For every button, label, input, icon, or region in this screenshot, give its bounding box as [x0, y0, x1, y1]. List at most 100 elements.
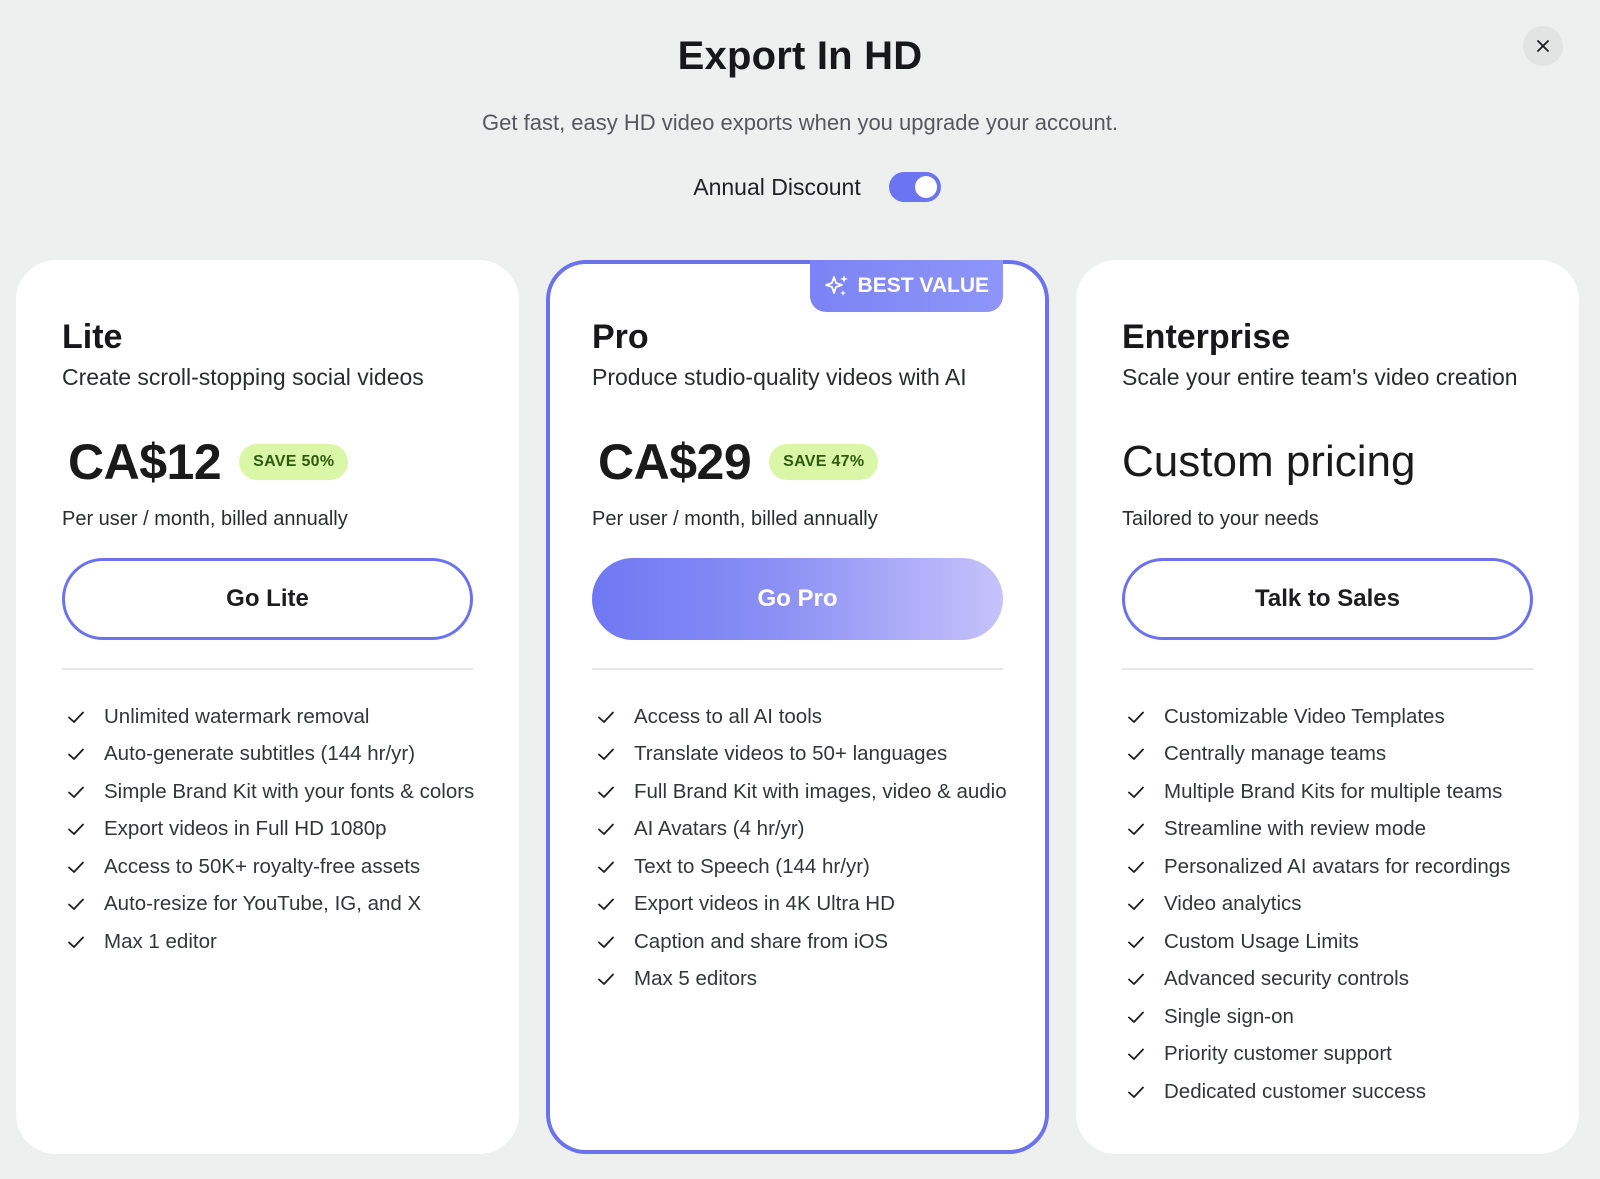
plan-price: Custom pricing [1122, 437, 1416, 486]
feature-label: AI Avatars (4 hr/yr) [634, 817, 805, 841]
feature-item: Dedicated customer success [1122, 1073, 1533, 1111]
annual-discount-row: Annual Discount [0, 172, 1600, 202]
feature-label: Export videos in 4K Ultra HD [634, 892, 895, 916]
feature-label: Export videos in Full HD 1080p [104, 817, 387, 841]
check-icon [68, 748, 84, 761]
feature-label: Max 5 editors [634, 967, 758, 991]
feature-label: Translate videos to 50+ languages [634, 742, 948, 766]
feature-label: Caption and share from iOS [634, 929, 889, 953]
feature-item: Custom Usage Limits [1122, 923, 1533, 961]
feature-label: Text to Speech (144 hr/yr) [634, 854, 870, 878]
check-icon [598, 898, 614, 911]
save-badge: SAVE 47% [769, 444, 879, 480]
feature-label: Full Brand Kit with images, video & audi… [634, 779, 1007, 803]
check-icon [1128, 1011, 1144, 1023]
feature-item: Simple Brand Kit with your fonts & color… [62, 773, 475, 811]
annual-discount-label: Annual Discount [693, 173, 861, 200]
feature-item: Max 5 editors [592, 961, 1003, 999]
feature-item: Translate videos to 50+ languages [592, 736, 1003, 774]
check-icon [1128, 936, 1144, 948]
feature-label: Custom Usage Limits [1164, 929, 1359, 953]
feature-item: Video analytics [1122, 886, 1533, 924]
feature-item: Caption and share from iOS [592, 923, 1003, 961]
go-pro-button[interactable]: Go Pro [592, 558, 1003, 640]
billing-note: Tailored to your needs [1122, 508, 1319, 530]
feature-item: Max 1 editor [62, 923, 473, 961]
check-icon [1128, 861, 1144, 873]
feature-item: Export videos in Full HD 1080p [62, 811, 473, 849]
feature-label: Video analytics [1164, 892, 1302, 916]
check-icon [1128, 1086, 1144, 1098]
feature-item: Auto-resize for YouTube, IG, and X [62, 886, 473, 924]
check-icon [598, 861, 614, 873]
check-icon [68, 936, 84, 948]
plan-card-pro: BEST VALUE Pro Produce studio-quality vi… [546, 260, 1049, 1154]
feature-item: Multiple Brand Kits for multiple teams [1122, 773, 1533, 811]
feature-item: Streamline with review mode [1122, 811, 1533, 849]
feature-label: Simple Brand Kit with your fonts & color… [104, 779, 475, 803]
best-value-badge: BEST VALUE [809, 260, 1003, 312]
page-subtitle: Get fast, easy HD video exports when you… [482, 110, 1118, 135]
feature-item: Centrally manage teams [1122, 736, 1533, 774]
plan-card-enterprise: Enterprise Scale your entire team's vide… [1076, 260, 1579, 1154]
divider [592, 668, 1003, 670]
check-icon [1128, 748, 1144, 761]
check-icon [1128, 711, 1144, 723]
check-icon [1128, 823, 1144, 836]
check-icon [598, 711, 614, 723]
feature-item: Personalized AI avatars for recordings [1122, 848, 1533, 886]
price-row: CA$29 SAVE 47% [592, 430, 1003, 494]
go-lite-button[interactable]: Go Lite [62, 558, 473, 640]
sparkle-icon [824, 275, 848, 296]
annual-discount-toggle[interactable] [888, 172, 941, 202]
feature-item: Access to 50K+ royalty-free assets [62, 848, 473, 886]
feature-item: Export videos in 4K Ultra HD [592, 886, 1003, 924]
feature-list: Unlimited watermark removal Auto-generate… [62, 698, 475, 961]
check-icon [68, 711, 84, 723]
feature-item: Advanced security controls [1122, 961, 1533, 999]
toggle-knob [914, 176, 937, 198]
price-row: CA$12 SAVE 50% [62, 430, 473, 494]
feature-label: Advanced security controls [1164, 967, 1409, 991]
plan-name: Pro [592, 318, 649, 356]
feature-item: AI Avatars (4 hr/yr) [592, 811, 1003, 849]
feature-item: Unlimited watermark removal [62, 698, 473, 736]
check-icon [598, 973, 614, 986]
feature-item: Single sign-on [1122, 998, 1533, 1036]
check-icon [68, 898, 84, 911]
billing-note: Per user / month, billed annually [592, 508, 878, 530]
plan-description: Scale your entire team's video creation [1122, 364, 1518, 390]
plan-price: CA$12 [68, 434, 222, 490]
check-icon [68, 861, 84, 873]
feature-list: Customizable Video Templates Centrally ma… [1122, 698, 1533, 1111]
check-icon [68, 786, 84, 798]
feature-label: Personalized AI avatars for recordings [1164, 854, 1511, 878]
feature-label: Streamline with review mode [1164, 817, 1427, 841]
feature-label: Single sign-on [1164, 1004, 1294, 1028]
check-icon [598, 786, 614, 798]
billing-note: Per user / month, billed annually [62, 508, 348, 530]
check-icon [1128, 898, 1144, 911]
check-icon [1128, 786, 1144, 798]
check-icon [598, 936, 614, 948]
check-icon [1128, 973, 1144, 986]
feature-label: Max 1 editor [104, 929, 217, 953]
plan-name: Enterprise [1122, 318, 1291, 356]
feature-label: Auto-generate subtitles (144 hr/yr) [104, 742, 416, 766]
feature-label: Multiple Brand Kits for multiple teams [1164, 779, 1503, 803]
feature-item: Access to all AI tools [592, 698, 1003, 736]
save-badge: SAVE 50% [239, 444, 349, 480]
talk-to-sales-button[interactable]: Talk to Sales [1122, 558, 1533, 640]
feature-label: Unlimited watermark removal [104, 704, 370, 728]
feature-item: Priority customer support [1122, 1036, 1533, 1074]
feature-item: Text to Speech (144 hr/yr) [592, 848, 1003, 886]
feature-label: Centrally manage teams [1164, 742, 1387, 766]
feature-label: Customizable Video Templates [1164, 704, 1445, 728]
feature-label: Dedicated customer success [1164, 1079, 1427, 1103]
plan-description: Create scroll-stopping social videos [62, 364, 424, 390]
check-icon [598, 823, 614, 836]
price-row: Custom pricing [1122, 430, 1533, 494]
feature-item: Full Brand Kit with images, video & audi… [592, 773, 1007, 811]
plan-card-lite: Lite Create scroll-stopping social video… [16, 260, 519, 1154]
divider [1122, 668, 1533, 670]
